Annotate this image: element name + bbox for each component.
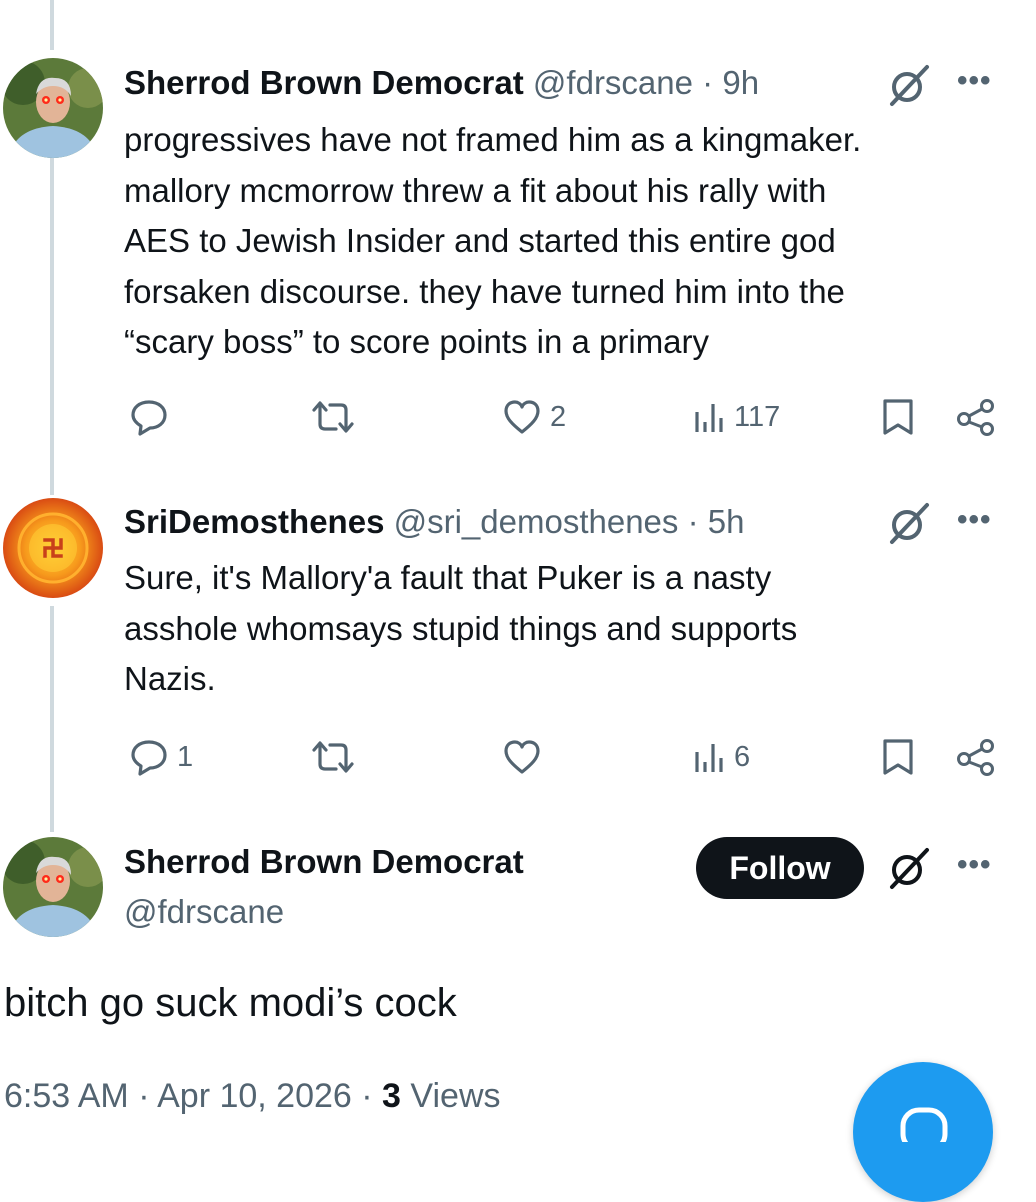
share-button[interactable] xyxy=(955,737,997,777)
reply-button[interactable]: 1 xyxy=(129,737,193,777)
user-handle[interactable]: @sri_demosthenes xyxy=(394,503,679,540)
share-icon xyxy=(955,397,997,437)
separator: · xyxy=(138,1077,150,1115)
tweet-text-line: forsaken discourse. they have turned him… xyxy=(124,272,845,310)
grok-icon[interactable] xyxy=(885,62,933,113)
avatar[interactable] xyxy=(3,58,103,158)
tweet-header: Sherrod Brown Democrat @fdrscane · 9h xyxy=(124,63,759,103)
tweet-text: Sure, it's Mallory'a fault that Puker is… xyxy=(124,553,984,705)
thread-line-1 xyxy=(50,150,54,495)
tweet-text-line: asshole whomsays stupid things and suppo… xyxy=(124,609,798,647)
share-icon xyxy=(955,737,997,777)
tweet-text-line: Nazis. xyxy=(124,660,216,697)
user-handle-text: @fdrscane xyxy=(124,893,285,930)
views-label[interactable]: Views xyxy=(410,1077,500,1115)
heart-icon xyxy=(502,738,542,776)
separator: · xyxy=(687,503,699,540)
timestamp[interactable]: 5h xyxy=(708,503,745,540)
views-count: 6 xyxy=(734,740,751,773)
grok-icon[interactable] xyxy=(885,500,933,551)
timestamp[interactable]: 9h xyxy=(722,64,759,101)
views-count: 3 xyxy=(382,1077,401,1115)
more-icon[interactable]: ••• xyxy=(957,848,992,882)
views-icon xyxy=(692,398,726,436)
tweet-text-line: mallory mcmorrow threw a fit about his r… xyxy=(124,171,827,209)
repost-icon xyxy=(310,398,356,436)
views-button[interactable]: 117 xyxy=(692,397,780,437)
tweet-text: progressives have not framed him as a ki… xyxy=(124,115,984,368)
views-icon xyxy=(692,738,726,776)
bookmark-button[interactable] xyxy=(880,397,916,437)
separator: · xyxy=(361,1077,373,1115)
repost-button[interactable] xyxy=(310,397,356,437)
views-count: 117 xyxy=(734,400,781,433)
avatar[interactable] xyxy=(3,498,103,598)
thread-line-top xyxy=(50,0,54,50)
display-name[interactable]: SriDemosthenes xyxy=(124,503,384,540)
tweet-text-line: Sure, it's Mallory'a fault that Puker is… xyxy=(124,559,772,596)
like-count: 2 xyxy=(550,400,567,433)
reply-count: 1 xyxy=(177,740,194,773)
display-name-text: Sherrod Brown Democrat xyxy=(124,843,524,880)
like-button[interactable]: 2 xyxy=(502,397,566,437)
avatar[interactable] xyxy=(3,837,103,937)
share-button[interactable] xyxy=(955,397,997,437)
user-handle[interactable]: @fdrscane xyxy=(124,892,284,932)
reply-icon xyxy=(129,738,169,776)
post-meta: 6:53 AM · Apr 10, 2026 · 3 Views xyxy=(4,1075,501,1117)
post-time[interactable]: 6:53 AM xyxy=(4,1077,129,1115)
separator: · xyxy=(702,64,714,101)
reply-button[interactable] xyxy=(129,397,169,437)
display-name[interactable]: Sherrod Brown Democrat xyxy=(124,64,524,101)
reply-icon xyxy=(129,398,169,436)
heart-icon xyxy=(502,398,542,436)
bookmark-icon xyxy=(880,397,916,437)
post-date[interactable]: Apr 10, 2026 xyxy=(157,1077,352,1115)
display-name[interactable]: Sherrod Brown Democrat xyxy=(124,842,524,882)
repost-button[interactable] xyxy=(310,737,356,777)
bookmark-icon xyxy=(880,737,916,777)
thread-line-2 xyxy=(50,606,54,832)
user-handle[interactable]: @fdrscane xyxy=(533,64,693,101)
grok-icon[interactable] xyxy=(885,845,933,896)
compose-icon xyxy=(897,1102,951,1153)
views-button[interactable]: 6 xyxy=(692,737,750,777)
tweet-text-line: AES to Jewish Insider and started this e… xyxy=(124,222,836,259)
post-text: bitch go suck modi’s cock xyxy=(4,981,457,1025)
tweet-text-line: progressives have not framed him as a ki… xyxy=(124,121,862,158)
repost-icon xyxy=(310,738,356,776)
compose-button[interactable] xyxy=(853,1062,993,1202)
like-button[interactable] xyxy=(502,737,542,777)
more-icon[interactable]: ••• xyxy=(957,64,992,98)
more-icon[interactable]: ••• xyxy=(957,503,992,537)
tweet-text-line: “scary boss” to score points in a primar… xyxy=(124,323,710,360)
bookmark-button[interactable] xyxy=(880,737,916,777)
follow-button[interactable]: Follow xyxy=(696,837,864,899)
tweet-header: SriDemosthenes @sri_demosthenes · 5h xyxy=(124,502,744,542)
